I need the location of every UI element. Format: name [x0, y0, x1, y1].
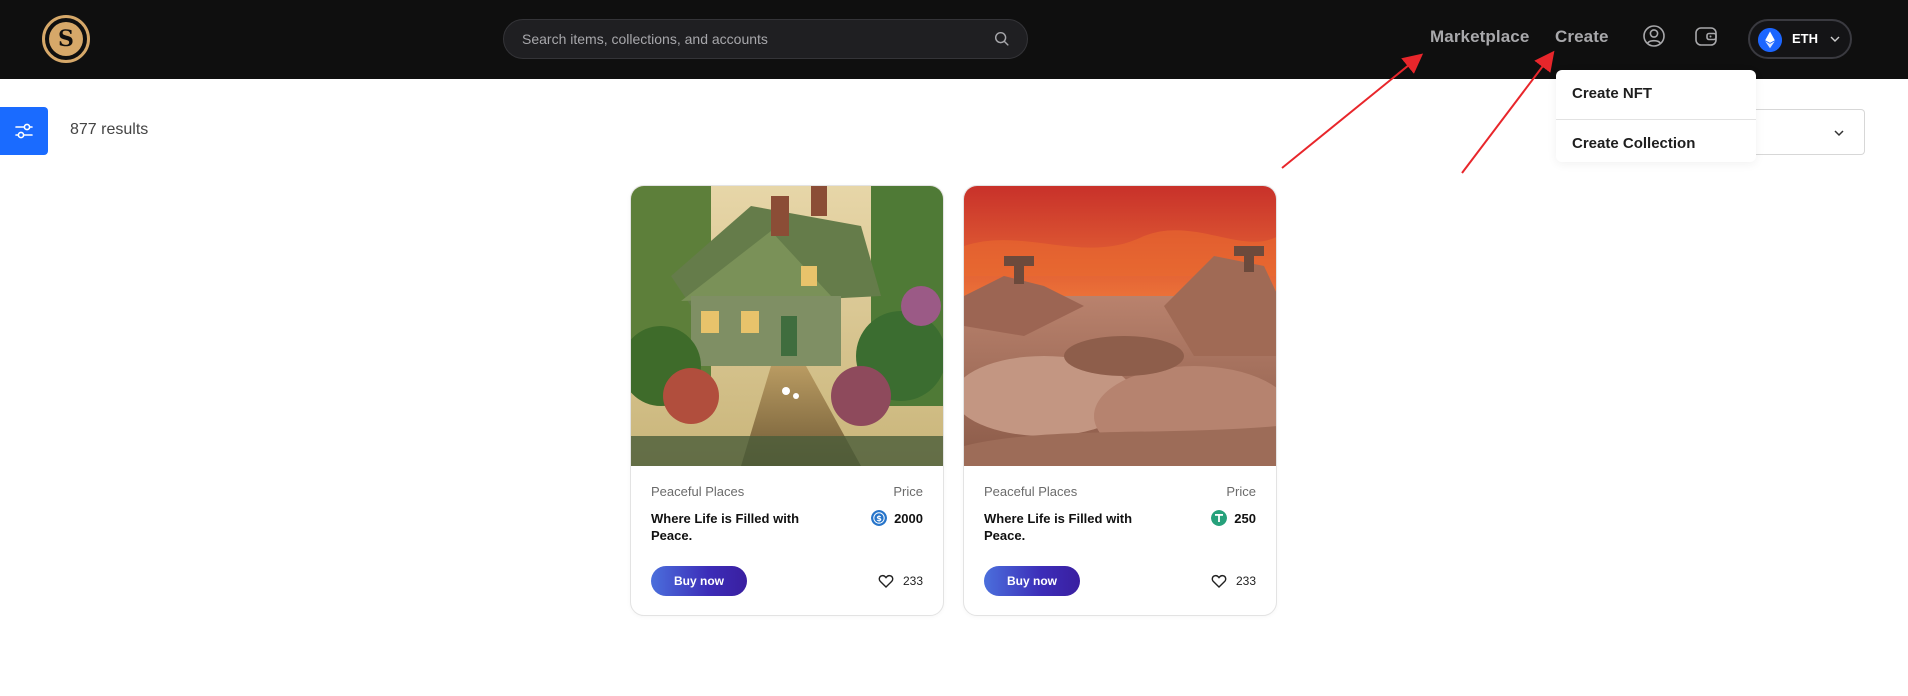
wallet-icon[interactable] [1692, 22, 1720, 50]
results-count: 877 results [70, 121, 149, 138]
page: S Marketplace Create [0, 0, 1908, 696]
chevron-down-icon [1830, 36, 1840, 42]
heart-icon [878, 574, 894, 588]
collection-name[interactable]: Peaceful Places [651, 484, 744, 499]
nav-marketplace[interactable]: Marketplace [1430, 27, 1529, 47]
sort-dropdown[interactable] [1740, 109, 1865, 155]
price-label: Price [893, 484, 923, 499]
price-value: 250 [1211, 510, 1256, 526]
ethereum-icon [1758, 28, 1782, 52]
filter-toggle-button[interactable] [0, 107, 48, 155]
menu-item-create-nft[interactable]: Create NFT [1572, 85, 1652, 102]
search-bar [503, 19, 1028, 59]
menu-item-create-collection[interactable]: Create Collection [1572, 135, 1695, 152]
likes-count: 233 [1235, 574, 1256, 588]
like-button[interactable]: 233 [1211, 573, 1256, 589]
likes-count: 233 [902, 574, 923, 588]
brand-logo[interactable]: S [42, 15, 90, 63]
heart-icon [1211, 574, 1227, 588]
chevron-down-icon [1834, 130, 1844, 137]
nft-title[interactable]: Where Life is Filled with Peace. [984, 510, 1154, 544]
create-dropdown-menu: Create NFT Create Collection [1556, 70, 1756, 162]
account-icon[interactable] [1640, 22, 1668, 50]
svg-text:$: $ [876, 514, 882, 523]
nft-image-canyon[interactable] [964, 186, 1277, 466]
tether-coin-icon [1211, 510, 1228, 526]
menu-divider [1556, 119, 1756, 120]
search-icon[interactable] [993, 30, 1011, 48]
nav-create[interactable]: Create [1555, 27, 1609, 47]
nft-card[interactable]: Peaceful Places Price Where Life is Fill… [630, 185, 944, 616]
usdc-coin-icon: $ [871, 510, 888, 526]
price-value: $ 2000 [871, 510, 923, 526]
nft-card[interactable]: Peaceful Places Price Where Life is Fill… [963, 185, 1277, 616]
network-label: ETH [1792, 31, 1818, 46]
buy-now-button[interactable]: Buy now [984, 566, 1080, 596]
buy-now-button[interactable]: Buy now [651, 566, 747, 596]
network-selector[interactable]: ETH [1748, 19, 1852, 59]
collection-name[interactable]: Peaceful Places [984, 484, 1077, 499]
sliders-icon [15, 123, 33, 139]
nft-image-cottage[interactable] [631, 186, 944, 466]
top-navbar: S Marketplace Create [0, 0, 1908, 79]
like-button[interactable]: 233 [878, 573, 923, 589]
price-amount: 250 [1234, 510, 1256, 526]
price-label: Price [1226, 484, 1256, 499]
price-amount: 2000 [894, 510, 923, 526]
logo-mark: S [49, 22, 83, 56]
nft-title[interactable]: Where Life is Filled with Peace. [651, 510, 821, 544]
search-input[interactable] [522, 20, 982, 58]
